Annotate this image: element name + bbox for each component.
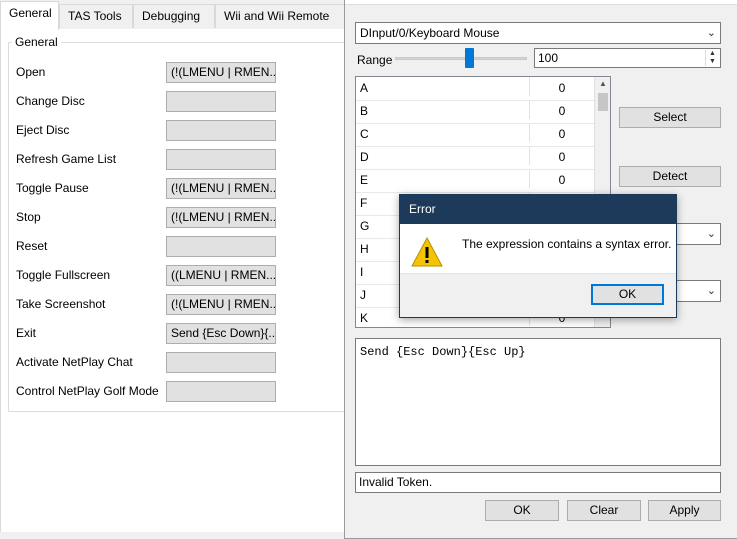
hotkey-label: Eject Disc [16,123,70,137]
hotkey-binding-button[interactable] [166,352,276,373]
hotkey-binding-button[interactable]: (!(LMENU | RMEN... [166,207,276,228]
input-key: F [360,196,368,210]
range-spinbox[interactable]: 100 ▲ ▼ [534,48,721,68]
hotkey-binding-button[interactable] [166,381,276,402]
hotkey-binding-button[interactable]: (!(LMENU | RMEN... [166,62,276,83]
dialog-titlebar [345,0,737,5]
chevron-down-icon: ⌄ [706,285,716,297]
clear-button[interactable]: Clear [567,500,641,521]
tab-strip: General TAS Tools Debugging Wii and Wii … [0,0,345,30]
input-key: G [360,219,370,233]
hotkey-label: Activate NetPlay Chat [16,355,133,369]
hotkey-label: Change Disc [16,94,85,108]
input-state: 0 [529,123,594,142]
hotkey-label: Toggle Pause [16,181,89,195]
hotkey-label: Toggle Fullscreen [16,268,111,282]
hotkey-binding-button[interactable]: ((LMENU | RMEN... [166,265,276,286]
expression-editor[interactable]: Send {Esc Down}{Esc Up} [355,338,721,466]
tab-wii-and-wii-remote[interactable]: Wii and Wii Remote [215,4,345,28]
input-state: 0 [529,77,594,96]
input-key: I [360,265,364,279]
input-list-row[interactable]: C0 [356,123,594,147]
hotkey-label: Take Screenshot [16,297,106,311]
spin-arrows-icon[interactable]: ▲ ▼ [705,50,719,66]
error-dialog-title: Error [400,195,676,224]
input-state: 0 [529,146,594,165]
group-title: General [12,35,61,49]
tab-debugging[interactable]: Debugging [133,4,215,28]
range-value: 100 [538,51,559,65]
hotkey-binding-button[interactable]: Send {Esc Down}{... [166,323,276,344]
select-button[interactable]: Select [619,107,721,128]
hotkey-label: Open [16,65,46,79]
input-key: B [360,104,369,118]
scrollbar-thumb[interactable] [598,93,608,111]
error-dialog-footer: OK [400,273,676,317]
input-key: E [360,173,369,187]
detect-button[interactable]: Detect [619,166,721,187]
warning-icon [411,236,443,268]
input-list-row[interactable]: E0 [356,169,594,193]
hotkey-binding-button[interactable] [166,149,276,170]
hotkey-label: Control NetPlay Golf Mode [16,384,159,398]
input-list-row[interactable]: B0 [356,100,594,124]
hotkey-binding-button[interactable]: (!(LMENU | RMEN... [166,294,276,315]
range-slider-track[interactable] [395,57,527,60]
tab-general[interactable]: General [0,1,59,30]
error-dialog: Error The expression contains a syntax e… [399,194,677,318]
status-field: Invalid Token. [355,472,721,493]
device-value: DInput/0/Keyboard Mouse [360,26,500,40]
hotkey-label: Reset [16,239,48,253]
ok-button[interactable]: OK [485,500,559,521]
chevron-down-icon: ⌄ [706,27,716,39]
range-slider-thumb[interactable] [464,48,474,68]
input-key: J [360,288,366,302]
hotkey-label: Stop [16,210,41,224]
hotkey-binding-button[interactable]: (!(LMENU | RMEN... [166,178,276,199]
hotkey-label: Refresh Game List [16,152,117,166]
range-label: Range [357,53,393,67]
input-key: K [360,311,369,325]
device-combobox[interactable]: DInput/0/Keyboard Mouse ⌄ [355,22,721,44]
tab-tas-tools[interactable]: TAS Tools [59,4,133,28]
input-key: H [360,242,369,256]
input-key: A [360,81,369,95]
hotkey-binding-button[interactable] [166,236,276,257]
expression-text: Send {Esc Down}{Esc Up} [360,345,526,359]
input-list-row[interactable]: D0 [356,146,594,170]
hotkey-label: Exit [16,326,37,340]
apply-button[interactable]: Apply [648,500,721,521]
input-key: D [360,150,369,164]
hotkey-binding-button[interactable] [166,120,276,141]
error-ok-button[interactable]: OK [591,284,664,305]
scroll-up-icon[interactable]: ▲ [597,79,609,91]
chevron-down-icon: ⌄ [706,228,716,240]
hotkey-binding-button[interactable] [166,91,276,112]
input-key: C [360,127,369,141]
input-list-row[interactable]: A0 [356,77,594,101]
error-message: The expression contains a syntax error. [462,237,672,251]
input-state: 0 [529,100,594,119]
input-state: 0 [529,169,594,188]
